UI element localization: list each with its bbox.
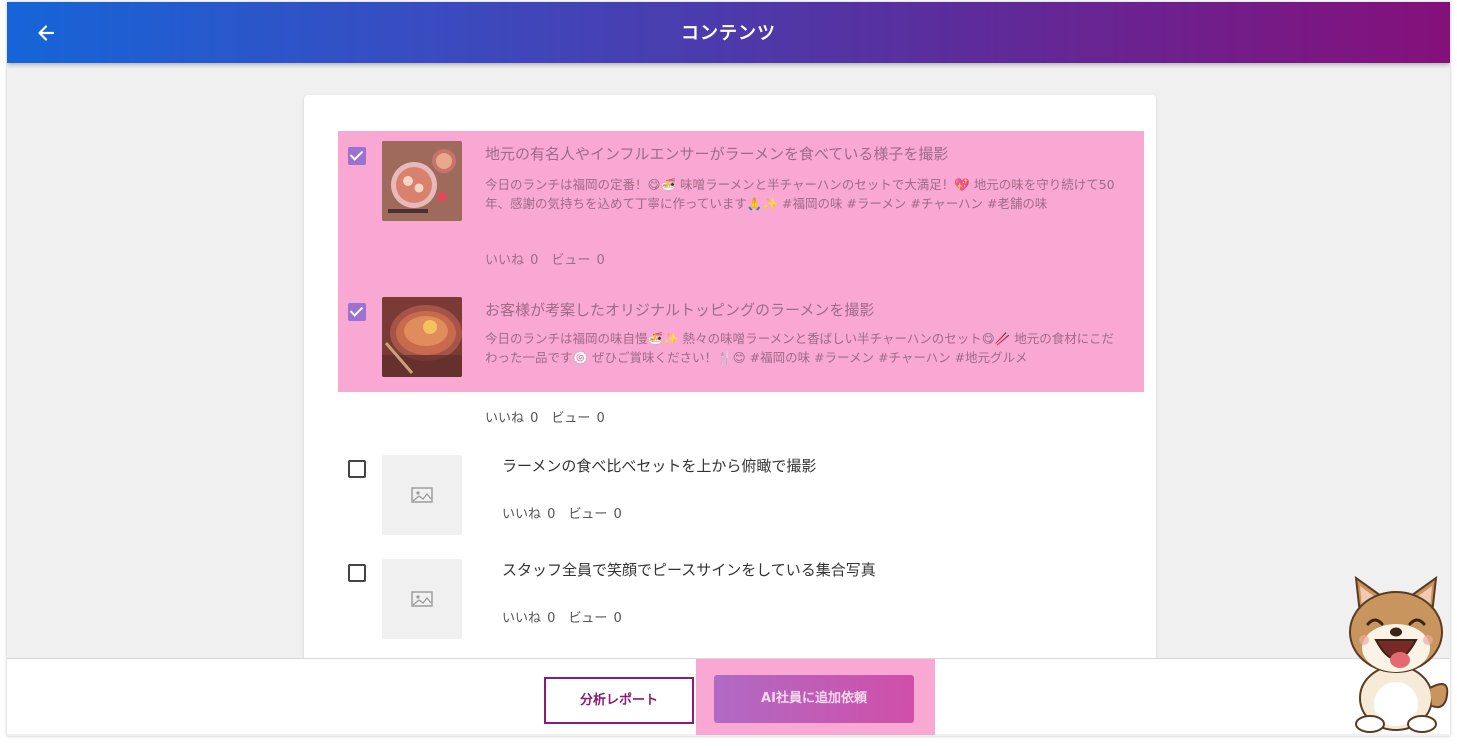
- content-item[interactable]: 地元の有名人やインフルエンサーがラーメンを食べている様子を撮影 今日のランチは福…: [338, 141, 1144, 271]
- item-description: 今日のランチは福岡の定番！😋🍜 味噌ラーメンと半チャーハンのセットで大満足！💖 …: [485, 177, 1115, 211]
- analysis-report-button[interactable]: 分析レポート: [544, 677, 694, 724]
- shiba-dog-mascot[interactable]: [1338, 568, 1454, 736]
- item-stats: いいね 0 ビュー 0: [485, 411, 605, 426]
- page-title: コンテンツ: [681, 23, 776, 44]
- item-checkbox[interactable]: [348, 564, 366, 582]
- ai-request-button[interactable]: AI社員に追加依頼: [714, 675, 914, 723]
- item-thumbnail-placeholder: [382, 455, 462, 535]
- item-title: お客様が考案したオリジナルトッピングのラーメンを撮影: [485, 301, 875, 319]
- image-placeholder-icon: [411, 591, 433, 607]
- image-placeholder-icon: [411, 487, 433, 503]
- content-item[interactable]: スタッフ全員で笑顔でピースサインをしている集合写真 いいね 0 ビュー 0: [338, 557, 1144, 639]
- item-thumbnail: [382, 297, 462, 377]
- content-item[interactable]: お客様が考案したオリジナルトッピングのラーメンを撮影 今日のランチは福岡の味自慢…: [338, 297, 1144, 427]
- item-title: ラーメンの食べ比べセットを上から俯瞰で撮影: [502, 457, 817, 475]
- item-stats: いいね 0 ビュー 0: [502, 507, 622, 522]
- item-stats: いいね 0 ビュー 0: [502, 611, 622, 626]
- item-stats: いいね 0 ビュー 0: [485, 253, 605, 268]
- item-title: 地元の有名人やインフルエンサーがラーメンを食べている様子を撮影: [485, 145, 949, 163]
- item-checkbox[interactable]: [348, 303, 366, 321]
- bottom-action-bar: 分析レポート AI社員に追加依頼: [7, 658, 1450, 735]
- app-bar: コンテンツ: [7, 2, 1450, 63]
- item-checkbox[interactable]: [348, 147, 366, 165]
- content-item[interactable]: ラーメンの食べ比べセットを上から俯瞰で撮影 いいね 0 ビュー 0: [338, 453, 1144, 535]
- item-thumbnail-placeholder: [382, 559, 462, 639]
- item-description: 今日のランチは福岡の味自慢🍜✨ 熱々の味噌ラーメンと香ばしい半チャーハンのセット…: [485, 331, 1115, 365]
- item-thumbnail: [382, 141, 462, 221]
- item-title: スタッフ全員で笑顔でピースサインをしている集合写真: [502, 561, 876, 579]
- item-checkbox[interactable]: [348, 460, 366, 478]
